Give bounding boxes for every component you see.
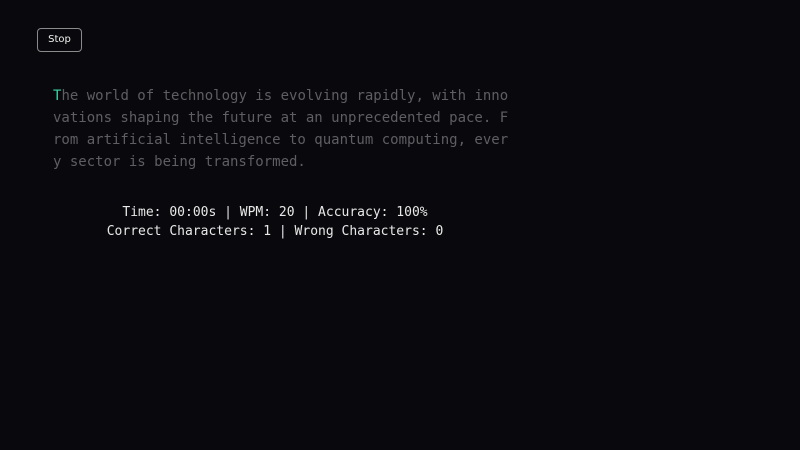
untyped-chars: he world of technology is evolving rapid… (61, 88, 509, 104)
typing-passage: The world of technology is evolving rapi… (53, 85, 509, 173)
passage-line-1: The world of technology is evolving rapi… (53, 85, 508, 107)
stop-button[interactable]: Stop (37, 28, 82, 52)
typing-stats: Time: 00:00s | WPM: 20 | Accuracy: 100% … (0, 203, 550, 241)
passage-line-3: rom artificial intelligence to quantum c… (53, 132, 509, 148)
passage-line-4: y sector is being transformed. (53, 154, 306, 170)
stats-character-counts: Correct Characters: 1 | Wrong Characters… (106, 224, 444, 239)
stats-time-wpm-accuracy: Time: 00:00s | WPM: 20 | Accuracy: 100% (122, 205, 428, 220)
passage-line-2: vations shaping the future at an unprece… (53, 110, 509, 126)
